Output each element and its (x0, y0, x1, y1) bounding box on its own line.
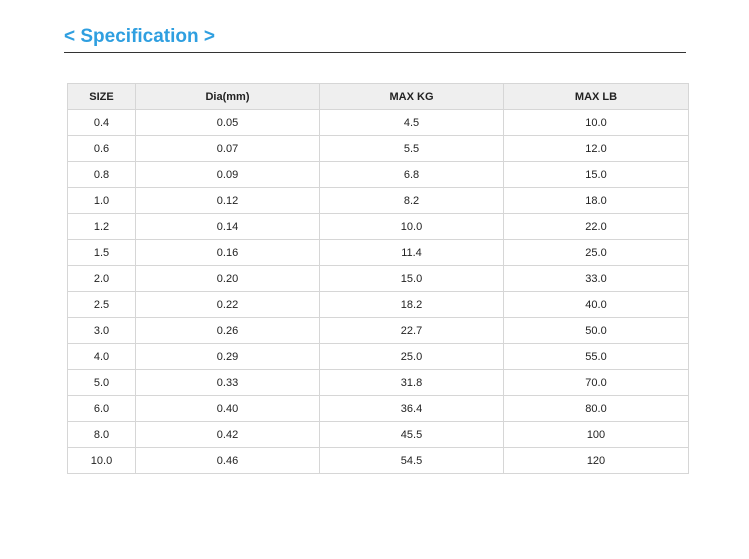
cell-max-lb: 70.0 (503, 369, 689, 396)
column-header-max-lb: MAX LB (503, 83, 689, 110)
cell-size: 0.8 (67, 161, 136, 188)
cell-max-kg: 25.0 (319, 343, 504, 370)
table-body: 0.4 0.05 4.5 10.0 0.6 0.07 5.5 12.0 0.8 … (67, 109, 689, 474)
cell-diameter: 0.16 (135, 239, 320, 266)
table-row: 4.0 0.29 25.0 55.0 (67, 343, 689, 370)
cell-size: 4.0 (67, 343, 136, 370)
cell-max-kg: 4.5 (319, 109, 504, 136)
cell-max-lb: 40.0 (503, 291, 689, 318)
cell-max-kg: 45.5 (319, 421, 504, 448)
cell-diameter: 0.46 (135, 447, 320, 474)
cell-diameter: 0.29 (135, 343, 320, 370)
column-header-max-kg: MAX KG (319, 83, 504, 110)
cell-size: 1.5 (67, 239, 136, 266)
cell-diameter: 0.42 (135, 421, 320, 448)
cell-size: 8.0 (67, 421, 136, 448)
table-row: 1.5 0.16 11.4 25.0 (67, 239, 689, 266)
cell-size: 2.0 (67, 265, 136, 292)
cell-diameter: 0.05 (135, 109, 320, 136)
cell-size: 5.0 (67, 369, 136, 396)
cell-max-lb: 50.0 (503, 317, 689, 344)
cell-diameter: 0.22 (135, 291, 320, 318)
specification-table: SIZE Dia(mm) MAX KG MAX LB 0.4 0.05 4.5 … (67, 83, 689, 474)
cell-size: 2.5 (67, 291, 136, 318)
cell-max-kg: 22.7 (319, 317, 504, 344)
table-row: 10.0 0.46 54.5 120 (67, 447, 689, 474)
table-row: 0.4 0.05 4.5 10.0 (67, 109, 689, 136)
table-row: 1.2 0.14 10.0 22.0 (67, 213, 689, 240)
cell-max-kg: 15.0 (319, 265, 504, 292)
cell-max-kg: 31.8 (319, 369, 504, 396)
title-divider (64, 52, 686, 53)
cell-max-lb: 55.0 (503, 343, 689, 370)
cell-diameter: 0.20 (135, 265, 320, 292)
page-title: < Specification > (64, 26, 215, 47)
table-row: 6.0 0.40 36.4 80.0 (67, 395, 689, 422)
table-row: 2.5 0.22 18.2 40.0 (67, 291, 689, 318)
cell-size: 3.0 (67, 317, 136, 344)
cell-max-kg: 18.2 (319, 291, 504, 318)
cell-max-lb: 33.0 (503, 265, 689, 292)
table-row: 0.6 0.07 5.5 12.0 (67, 135, 689, 162)
cell-size: 6.0 (67, 395, 136, 422)
cell-max-lb: 100 (503, 421, 689, 448)
cell-diameter: 0.14 (135, 213, 320, 240)
cell-size: 1.0 (67, 187, 136, 214)
cell-size: 1.2 (67, 213, 136, 240)
cell-max-lb: 25.0 (503, 239, 689, 266)
cell-max-lb: 12.0 (503, 135, 689, 162)
cell-size: 0.6 (67, 135, 136, 162)
cell-max-kg: 8.2 (319, 187, 504, 214)
table-row: 1.0 0.12 8.2 18.0 (67, 187, 689, 214)
cell-diameter: 0.33 (135, 369, 320, 396)
cell-max-kg: 36.4 (319, 395, 504, 422)
cell-max-kg: 54.5 (319, 447, 504, 474)
cell-diameter: 0.40 (135, 395, 320, 422)
table-row: 3.0 0.26 22.7 50.0 (67, 317, 689, 344)
table-row: 0.8 0.09 6.8 15.0 (67, 161, 689, 188)
cell-diameter: 0.12 (135, 187, 320, 214)
table-row: 2.0 0.20 15.0 33.0 (67, 265, 689, 292)
column-header-size: SIZE (67, 83, 136, 110)
cell-max-kg: 6.8 (319, 161, 504, 188)
cell-diameter: 0.09 (135, 161, 320, 188)
table-row: 5.0 0.33 31.8 70.0 (67, 369, 689, 396)
cell-max-lb: 15.0 (503, 161, 689, 188)
cell-max-kg: 11.4 (319, 239, 504, 266)
cell-size: 0.4 (67, 109, 136, 136)
column-header-diameter: Dia(mm) (135, 83, 320, 110)
cell-diameter: 0.07 (135, 135, 320, 162)
cell-max-lb: 18.0 (503, 187, 689, 214)
cell-max-lb: 22.0 (503, 213, 689, 240)
cell-max-kg: 5.5 (319, 135, 504, 162)
cell-max-lb: 10.0 (503, 109, 689, 136)
cell-size: 10.0 (67, 447, 136, 474)
cell-max-lb: 120 (503, 447, 689, 474)
cell-diameter: 0.26 (135, 317, 320, 344)
table-row: 8.0 0.42 45.5 100 (67, 421, 689, 448)
cell-max-kg: 10.0 (319, 213, 504, 240)
table-header-row: SIZE Dia(mm) MAX KG MAX LB (67, 83, 689, 110)
cell-max-lb: 80.0 (503, 395, 689, 422)
